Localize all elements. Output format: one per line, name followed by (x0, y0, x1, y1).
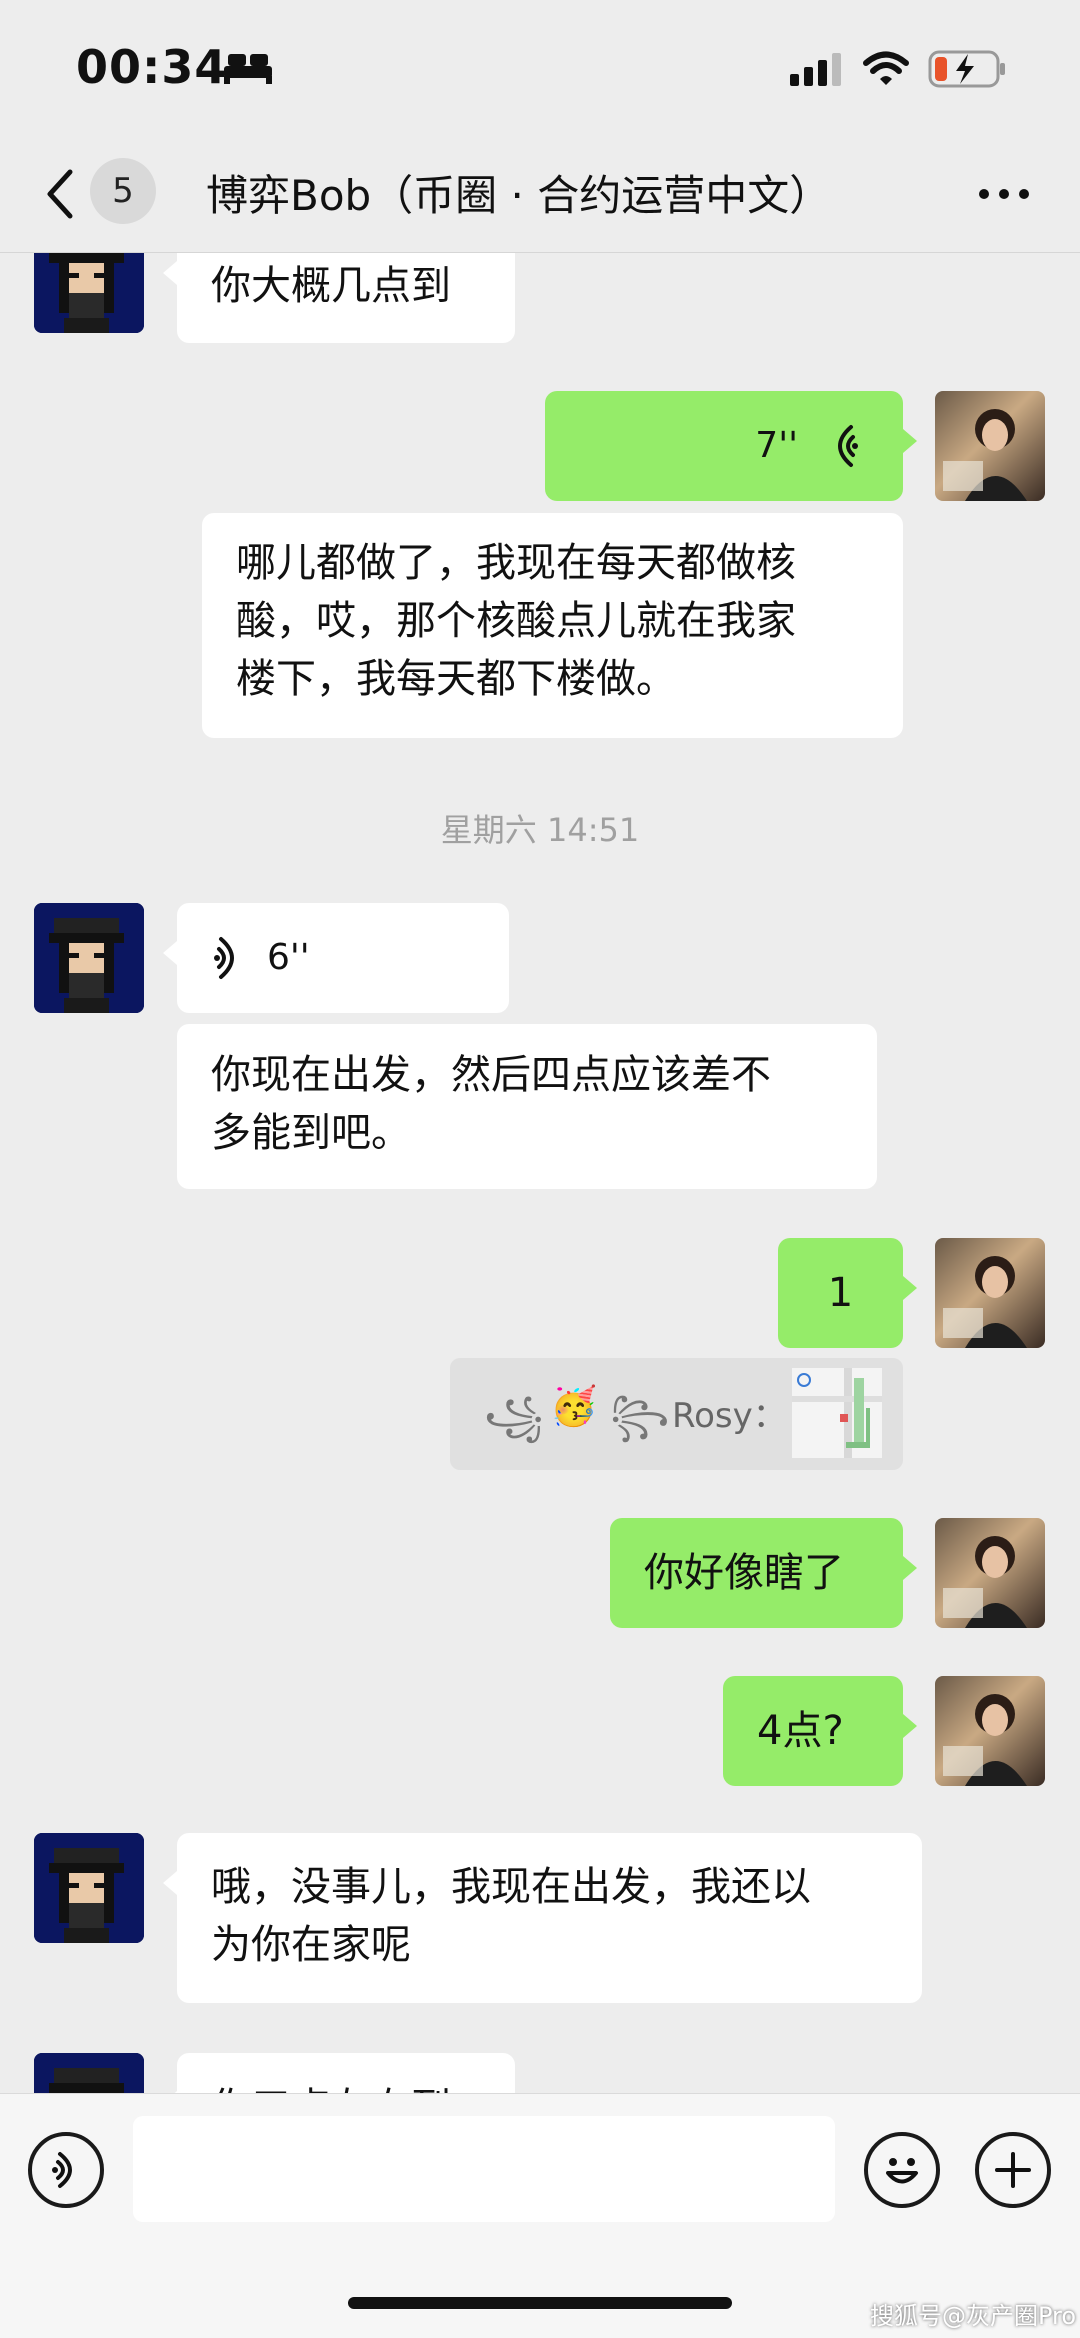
voice-input-icon (52, 2152, 72, 2188)
watermark-text: 搜狐号@灰产圈Pro (870, 2302, 1077, 2330)
chat-title[interactable]: 博弈Bob（币圈 · 合约运营中文） (206, 162, 831, 223)
chat-header: 5 博弈Bob（币圈 · 合约运营中文） (0, 140, 1080, 253)
my-avatar[interactable] (935, 1238, 1045, 1348)
emoji-icon (886, 2158, 918, 2184)
cellular-signal-icon (790, 53, 841, 86)
message-text: 1 (827, 1270, 854, 1316)
portrait-photo-icon (943, 1536, 1027, 1628)
transcript-line: 多能到吧。 (211, 1110, 411, 1156)
transcript-line: 哪儿都做了，我现在每天都做核 (236, 540, 796, 586)
pixel-avatar-icon (34, 253, 144, 333)
more-dots-icon[interactable] (978, 186, 1030, 202)
wifi-icon (863, 51, 909, 85)
incoming-text-bubble[interactable]: 你三点左右到 (163, 2053, 515, 2093)
portrait-photo-icon (943, 1256, 1027, 1348)
message-timestamp: 星期六 14:51 (440, 811, 640, 849)
contact-avatar[interactable] (34, 2053, 144, 2093)
incoming-text-bubble[interactable]: 哦，没事儿，我现在出发，我还以 为你在家呢 (163, 1833, 922, 2003)
voice-transcript-bubble[interactable]: 你现在出发，然后四点应该差不 多能到吧。 (177, 1024, 877, 1189)
message-line: 为你在家呢 (211, 1922, 411, 1968)
quote-emoji: 🥳 (550, 1384, 598, 1428)
quote-decor-right: ꧂ (610, 1394, 670, 1438)
status-bar: 00:34 (0, 0, 1080, 140)
quoted-message[interactable]: ꧁ 🥳 ꧂ Rosy： (450, 1358, 903, 1470)
quote-sender: Rosy： (672, 1396, 787, 1436)
battery-charging-icon (928, 50, 1005, 88)
contact-avatar[interactable] (34, 903, 144, 1013)
message-text: 你大概几点到 (211, 263, 451, 309)
incoming-voice-bubble[interactable]: 6'' (163, 903, 509, 1013)
status-time: 00:34 (76, 40, 228, 94)
transcript-line: 酸，哎，那个核酸点儿就在我家 (236, 598, 796, 644)
outgoing-text-bubble[interactable]: 1 (778, 1238, 917, 1348)
voice-transcript-bubble[interactable]: 哪儿都做了，我现在每天都做核 酸，哎，那个核酸点儿就在我家 楼下，我每天都下楼做… (202, 513, 903, 738)
voice-wave-icon (214, 937, 234, 979)
incoming-text-bubble[interactable]: 你大概几点到 (163, 253, 515, 343)
my-avatar[interactable] (935, 391, 1045, 501)
map-thumbnail-icon[interactable] (792, 1368, 882, 1458)
my-avatar[interactable] (935, 1676, 1045, 1786)
outgoing-text-bubble[interactable]: 你好像瞎了 (610, 1518, 917, 1628)
message-input[interactable] (133, 2116, 835, 2222)
voice-wave-icon (838, 425, 858, 467)
pixel-avatar-icon (34, 903, 144, 1013)
voice-input-button[interactable] (28, 2132, 104, 2208)
portrait-photo-icon (943, 1694, 1027, 1786)
my-avatar[interactable] (935, 1518, 1045, 1628)
contact-avatar[interactable] (34, 253, 144, 333)
message-text: 你好像瞎了 (644, 1550, 844, 1596)
portrait-photo-icon (943, 409, 1027, 501)
transcript-line: 你现在出发，然后四点应该差不 (211, 1052, 771, 1098)
sleep-bed-icon (224, 54, 272, 84)
quote-decor-left: ꧁ (484, 1394, 544, 1438)
pixel-avatar-icon (34, 2053, 144, 2093)
transcript-line: 楼下，我每天都下楼做。 (236, 656, 676, 702)
unread-count-badge[interactable]: 5 (90, 158, 156, 224)
message-text: 4点? (757, 1708, 844, 1754)
message-text: 你三点左右到 (211, 2085, 451, 2093)
back-chevron-icon[interactable] (40, 164, 80, 224)
more-functions-button[interactable] (975, 2132, 1051, 2208)
home-indicator[interactable] (348, 2297, 732, 2309)
chat-message-list[interactable]: 你大概几点到 7'' 哪儿都做了，我现在每天都做核 酸，哎，那个核酸点儿就在我家… (0, 253, 1080, 2093)
contact-avatar[interactable] (34, 1833, 144, 1943)
outgoing-text-bubble[interactable]: 4点? (723, 1676, 917, 1786)
plus-icon (995, 2152, 1031, 2188)
emoji-button[interactable] (864, 2132, 940, 2208)
voice-duration: 7'' (755, 425, 798, 466)
message-line: 哦，没事儿，我现在出发，我还以 (211, 1864, 811, 1910)
pixel-avatar-icon (34, 1833, 144, 1943)
voice-duration: 6'' (267, 937, 310, 978)
outgoing-voice-bubble[interactable]: 7'' (545, 391, 917, 501)
